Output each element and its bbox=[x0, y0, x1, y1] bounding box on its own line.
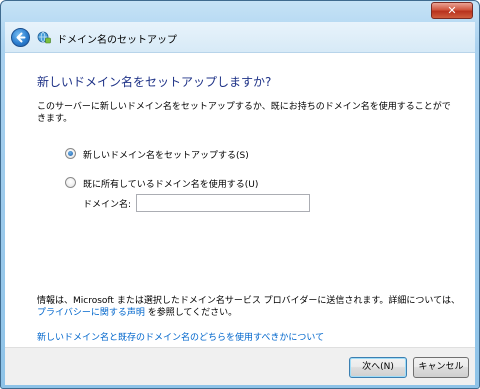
wizard-footer: 次へ(N) キャンセル bbox=[5, 347, 475, 385]
domain-help-link[interactable]: 新しいドメイン名と既存のドメイン名のどちらを使用すべきかについて bbox=[37, 330, 324, 343]
next-button[interactable]: 次へ(N) bbox=[349, 357, 407, 378]
back-button[interactable] bbox=[11, 28, 30, 47]
domain-name-label: ドメイン名: bbox=[83, 200, 132, 210]
title-bar: ✕ bbox=[1, 1, 479, 21]
wizard-content: 新しいドメイン名をセットアップしますか? このサーバーに新しいドメイン名をセット… bbox=[5, 53, 475, 347]
option-new-domain-label[interactable]: 新しいドメイン名をセットアップする(S) bbox=[83, 148, 249, 161]
option-existing-domain-label[interactable]: 既に所有しているドメイン名を使用する(U) bbox=[83, 177, 258, 190]
privacy-info-suffix: を参照してください。 bbox=[144, 308, 238, 318]
wizard-title: ドメイン名のセットアップ bbox=[57, 35, 177, 46]
domain-setup-icon bbox=[37, 31, 51, 44]
page-description: このサーバーに新しいドメイン名をセットアップするか、既にお持ちのドメイン名を使用… bbox=[37, 102, 451, 124]
domain-name-input[interactable] bbox=[136, 194, 310, 212]
back-arrow-icon bbox=[16, 32, 26, 43]
dialog-window: ✕ ドメイン名のセットアップ 新しいドメイン名をセットアップしますか? このサー… bbox=[0, 0, 480, 389]
privacy-info: 情報は、Microsoft または選択したドメイン名サービス プロバイダーに送信… bbox=[37, 295, 463, 319]
privacy-info-prefix: 情報は、Microsoft または選択したドメイン名サービス プロバイダーに送信… bbox=[37, 296, 460, 306]
cancel-button[interactable]: キャンセル bbox=[413, 357, 469, 378]
privacy-statement-link[interactable]: プライバシーに関する声明 bbox=[37, 308, 145, 318]
close-icon: ✕ bbox=[447, 4, 457, 17]
wizard-header: ドメイン名のセットアップ bbox=[5, 22, 475, 53]
page-heading: 新しいドメイン名をセットアップしますか? bbox=[37, 75, 272, 89]
close-button[interactable]: ✕ bbox=[431, 2, 473, 19]
radio-existing-domain[interactable] bbox=[65, 177, 76, 188]
radio-new-domain[interactable] bbox=[65, 148, 76, 159]
